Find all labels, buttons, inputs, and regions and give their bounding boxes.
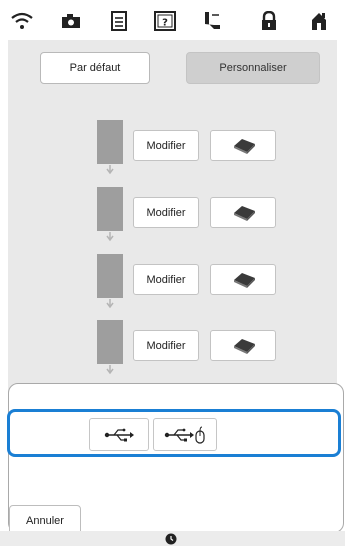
eraser-button[interactable]: [210, 197, 276, 228]
eraser-icon: [234, 338, 255, 354]
clock-icon[interactable]: [165, 533, 177, 545]
modify-button[interactable]: Modifier: [133, 330, 199, 361]
help-icon[interactable]: ?: [152, 8, 178, 34]
mode-selector: Par défaut Personnaliser: [8, 40, 337, 98]
arrow-down-icon: [106, 232, 114, 242]
step-row: Modifier: [8, 187, 337, 247]
eraser-icon: [234, 138, 255, 154]
color-swatch: [97, 187, 123, 231]
wifi-icon[interactable]: [9, 8, 35, 34]
color-swatch: [97, 120, 123, 164]
usb-mouse-button[interactable]: [153, 418, 217, 451]
step-row: Modifier: [8, 320, 337, 380]
camera-icon[interactable]: [58, 8, 84, 34]
steps-panel: Modifier Modifier Modifier Modifier: [8, 98, 337, 394]
lock-icon[interactable]: [256, 8, 282, 34]
eraser-button[interactable]: [210, 330, 276, 361]
default-mode-button[interactable]: Par défaut: [40, 52, 150, 84]
svg-text:?: ?: [162, 18, 168, 29]
home-icon[interactable]: [306, 8, 332, 34]
modify-button[interactable]: Modifier: [133, 264, 199, 295]
usb-popup: Annuler: [7, 383, 344, 537]
modify-button[interactable]: Modifier: [133, 130, 199, 161]
step-row: Modifier: [8, 254, 337, 314]
eraser-button[interactable]: [210, 264, 276, 295]
eraser-button[interactable]: [210, 130, 276, 161]
customize-mode-button[interactable]: Personnaliser: [186, 52, 320, 84]
top-toolbar: ?: [0, 0, 345, 40]
arrow-down-icon: [106, 299, 114, 309]
usb-button-group: [7, 409, 341, 457]
usb-button[interactable]: [89, 418, 149, 451]
color-swatch: [97, 320, 123, 364]
arrow-down-icon: [106, 165, 114, 175]
bottom-bar: [0, 531, 345, 546]
usb-icon: [104, 428, 134, 441]
usb-mouse-icon: [164, 426, 205, 444]
step-row: Modifier: [8, 120, 337, 180]
eraser-icon: [234, 272, 255, 288]
color-swatch: [97, 254, 123, 298]
modify-button[interactable]: Modifier: [133, 197, 199, 228]
document-icon[interactable]: [106, 8, 132, 34]
arrow-down-icon: [106, 365, 114, 375]
eraser-icon: [234, 205, 255, 221]
embroidery-frame-icon[interactable]: [199, 8, 225, 34]
